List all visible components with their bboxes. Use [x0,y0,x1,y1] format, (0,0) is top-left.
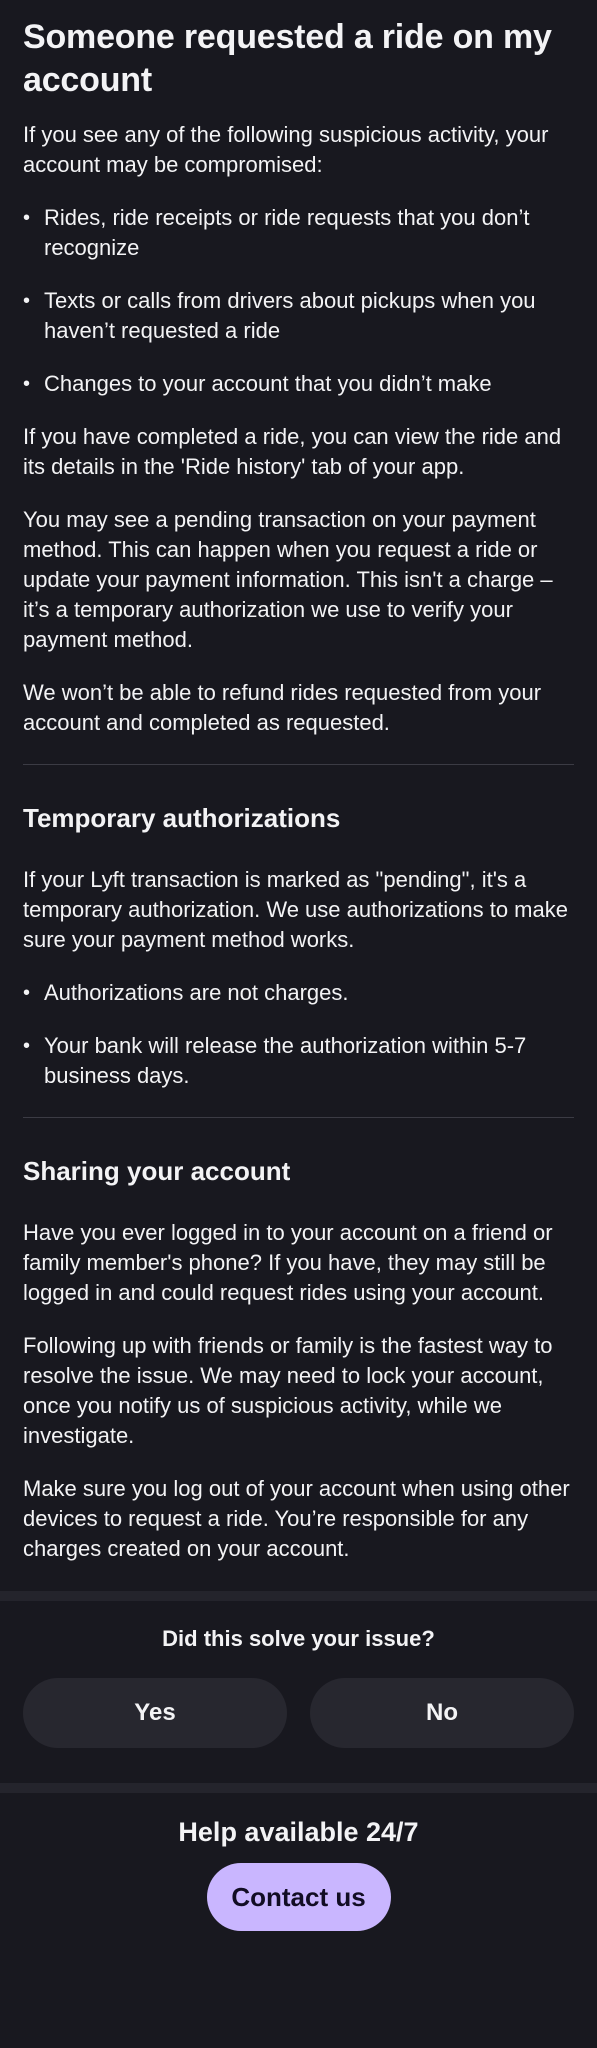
help-title: Help available 24/7 [178,1817,419,1847]
no-button[interactable]: No [310,1678,574,1748]
temporary-authorizations-heading: Temporary authorizations [23,803,341,833]
feedback-question: Did this solve your issue? [162,1626,435,1651]
list-item: • Your bank will release the authorizatio… [23,1031,574,1091]
yes-button[interactable]: Yes [23,1678,287,1748]
feedback-buttons: Yes No [23,1678,574,1748]
section-divider [23,1117,574,1118]
list-item: • Authorizations are not charges. [23,978,574,1008]
list-item: • Changes to your account that you didn’t… [23,369,574,399]
pending-transaction-paragraph: You may see a pending transaction on you… [23,507,553,652]
bullet-icon: • [23,982,31,1004]
list-item-text: Authorizations are not charges. [44,980,349,1005]
bullet-icon: • [23,207,31,229]
bullet-icon: • [23,373,31,395]
authorizations-list: • Authorizations are not charges. • Your b… [23,978,574,1091]
refund-paragraph: We won’t be able to refund rides request… [23,680,542,735]
list-item-text: Rides, ride receipts or ride requests th… [44,205,530,260]
sharing-paragraph-2: Following up with friends or family is t… [23,1333,553,1448]
sharing-account-heading: Sharing your account [23,1156,291,1186]
help-section: Help available 24/7 Contact us [0,1793,597,1931]
bullet-icon: • [23,1035,31,1057]
list-item: • Texts or calls from drivers about picku… [23,286,574,346]
sharing-paragraph-3: Make sure you log out of your account wh… [23,1476,570,1561]
article-body: Someone requested a ride on my account I… [0,0,597,1564]
contact-us-button[interactable]: Contact us [206,1863,391,1931]
intro-paragraph: If you see any of the following suspicio… [23,122,549,177]
bullet-icon: • [23,290,31,312]
sharing-paragraph-1: Have you ever logged in to your account … [23,1220,553,1305]
feedback-panel: Did this solve your issue? Yes No [0,1591,597,1793]
list-item-text: Texts or calls from drivers about pickup… [44,288,536,343]
ride-history-paragraph: If you have completed a ride, you can vi… [23,424,562,479]
section-divider [23,764,574,765]
list-item: • Rides, ride receipts or ride requests t… [23,203,574,263]
temporary-authorizations-paragraph: If your Lyft transaction is marked as "p… [23,867,568,952]
list-item-text: Changes to your account that you didn’t … [44,371,492,396]
suspicious-activity-list: • Rides, ride receipts or ride requests t… [23,203,574,399]
page-title: Someone requested a ride on my account [23,18,552,99]
list-item-text: Your bank will release the authorization… [44,1033,527,1088]
